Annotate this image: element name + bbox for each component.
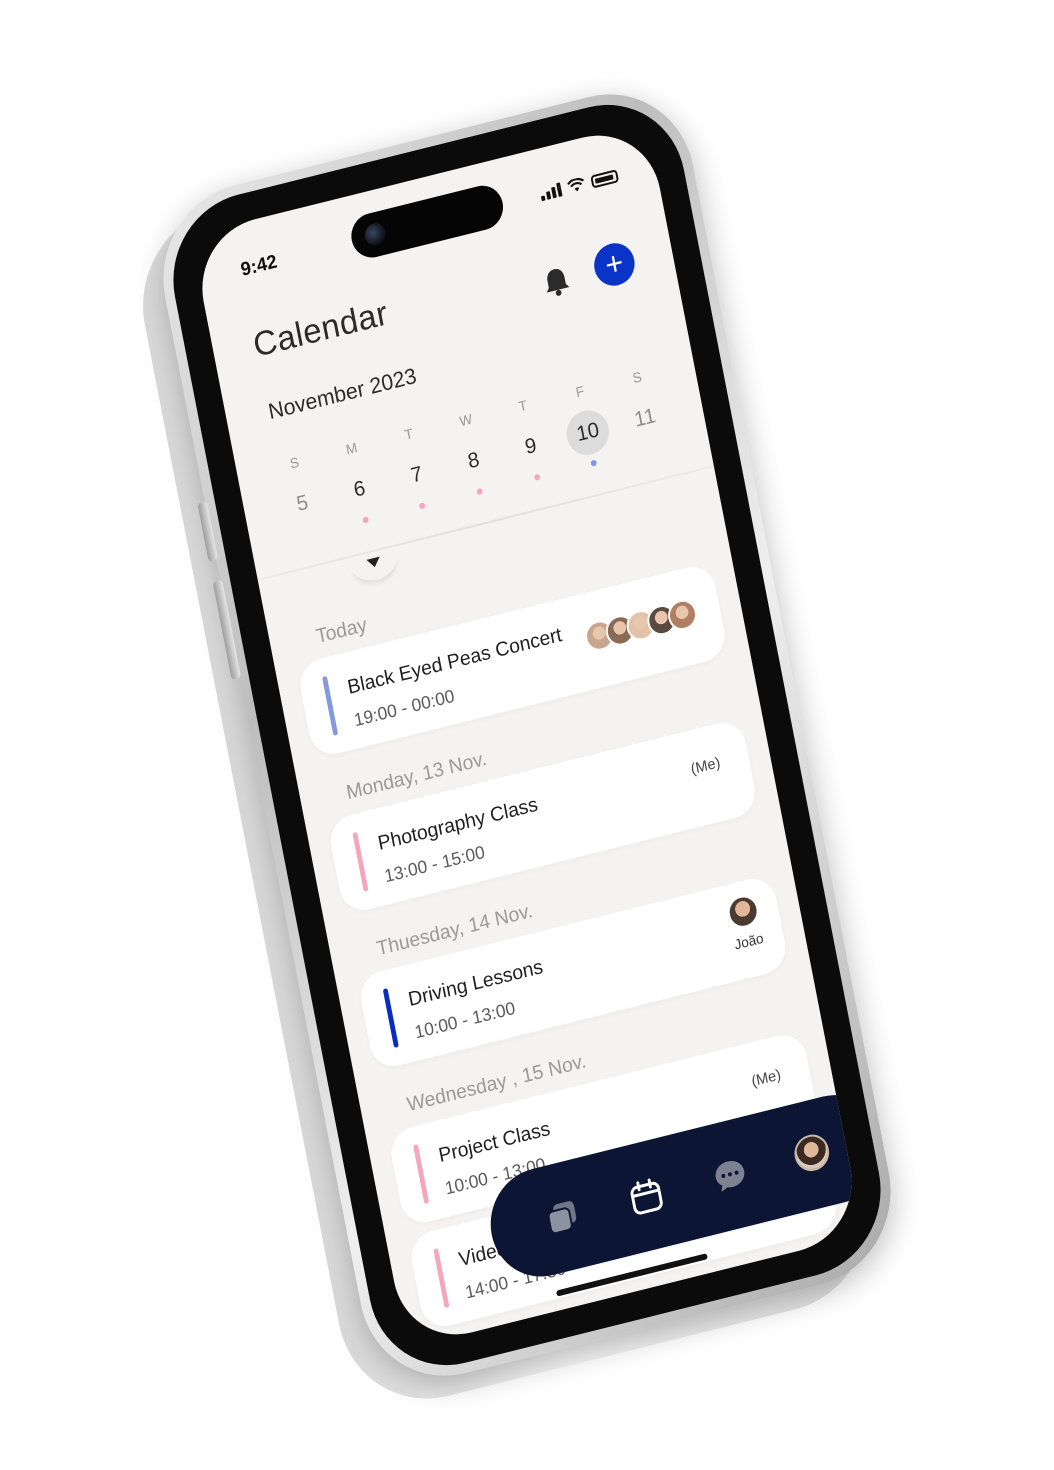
event-color-bar	[413, 1144, 430, 1205]
camera-icon	[362, 221, 388, 248]
event-color-bar	[433, 1248, 450, 1309]
day-of-week: W	[458, 410, 474, 430]
caret-down-icon	[366, 556, 382, 569]
battery-icon	[590, 169, 620, 189]
phone-device: 9:42 Calendar + November 2023 S 5 M 6 T …	[126, 75, 907, 1419]
add-event-button[interactable]: +	[590, 238, 639, 291]
day-of-week: S	[288, 453, 301, 472]
event-title: Photography Class	[376, 793, 540, 855]
page-title: Calendar	[250, 294, 392, 365]
event-dot	[419, 502, 427, 510]
day-of-week: F	[574, 382, 586, 401]
wifi-icon	[567, 177, 585, 192]
avatar	[725, 892, 762, 932]
event-title: Driving Lessons	[406, 955, 545, 1012]
assignee-name: João	[733, 929, 765, 953]
event-color-bar	[322, 675, 339, 736]
status-time: 9:42	[239, 251, 279, 281]
event-dot	[362, 516, 369, 524]
dynamic-island	[347, 181, 507, 263]
profile-avatar[interactable]	[790, 1130, 836, 1179]
cards-icon[interactable]	[539, 1193, 584, 1242]
screen: 9:42 Calendar + November 2023 S 5 M 6 T …	[190, 121, 864, 1349]
event-dot	[533, 473, 541, 481]
phone-frame: 9:42 Calendar + November 2023 S 5 M 6 T …	[147, 75, 907, 1395]
day-of-week: T	[517, 396, 529, 415]
signal-icon	[539, 182, 563, 202]
event-color-bar	[382, 987, 399, 1049]
event-owner: (Me)	[800, 1326, 833, 1349]
bezel: 9:42 Calendar + November 2023 S 5 M 6 T …	[158, 87, 896, 1383]
status-icons	[539, 168, 620, 202]
event-dot	[476, 487, 484, 496]
day-of-week: M	[344, 439, 359, 458]
event-owner: (Me)	[750, 1066, 783, 1091]
calendar-icon[interactable]	[623, 1172, 668, 1221]
chat-icon[interactable]	[707, 1151, 752, 1200]
participants[interactable]	[582, 596, 700, 654]
day-of-week: S	[631, 368, 643, 387]
event-assignee[interactable]: João	[725, 892, 765, 953]
event-owner: (Me)	[689, 754, 722, 779]
bell-icon[interactable]	[539, 263, 573, 301]
event-dot	[590, 459, 598, 467]
expand-calendar-button[interactable]	[346, 546, 403, 587]
event-title: Black Eyed Peas Concert	[345, 623, 564, 699]
event-color-bar	[352, 831, 369, 892]
day-of-week: T	[403, 425, 415, 443]
week-strip: S 5 M 6 T 7 W 8 T 9 F 10 S 11	[262, 350, 685, 567]
